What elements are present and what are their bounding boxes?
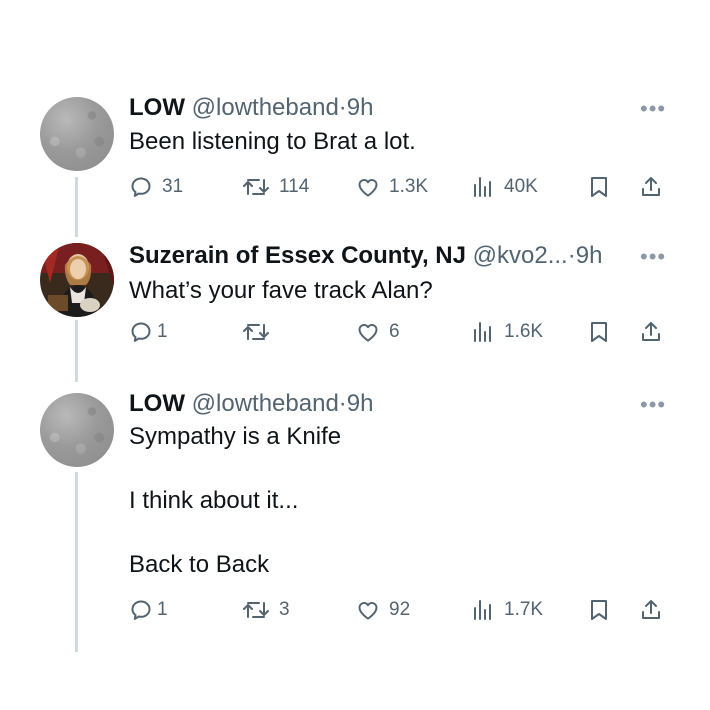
display-name[interactable]: LOW [129, 390, 185, 417]
heart-icon [356, 175, 380, 199]
tweet-text: Been listening to Brat a lot. [129, 126, 416, 158]
timestamp[interactable]: 9h [347, 94, 374, 121]
bookmark-button[interactable] [587, 594, 611, 626]
bookmark-icon [587, 320, 611, 344]
avatar[interactable] [40, 393, 114, 467]
more-options-button[interactable]: ••• [640, 96, 666, 122]
reply-button[interactable]: 31 [129, 171, 183, 203]
heart-icon [356, 598, 380, 622]
share-button[interactable] [639, 171, 663, 203]
tweet-text-spacer [129, 517, 341, 549]
separator: · [338, 390, 347, 417]
separator: · [567, 242, 576, 269]
action-bar: 31 114 1.3K 40K [129, 171, 669, 203]
views-count: 1.7K [504, 599, 544, 620]
thread-line [75, 177, 78, 237]
share-icon [639, 598, 663, 622]
tweet-text-line: I think about it... [129, 487, 299, 514]
heart-icon [356, 320, 380, 344]
bookmark-button[interactable] [587, 316, 611, 348]
repost-icon [242, 598, 270, 622]
repost-button[interactable] [242, 316, 279, 348]
views-icon [471, 598, 495, 622]
tweet-text: What’s your fave track Alan? [129, 275, 433, 307]
views-count: 40K [504, 176, 538, 197]
avatar[interactable] [40, 97, 114, 171]
timestamp[interactable]: 9h [347, 390, 374, 417]
tweet-text-line: What’s your fave track Alan? [129, 277, 433, 304]
tweet-header: LOW @lowtheband·9h [129, 94, 374, 122]
reply-count: 31 [162, 176, 184, 197]
like-count: 6 [389, 321, 400, 342]
reply-count: 1 [157, 599, 168, 620]
views-button[interactable]: 40K [471, 171, 538, 203]
like-button[interactable]: 6 [356, 316, 400, 348]
user-handle[interactable]: @lowtheband [192, 94, 339, 121]
like-count: 92 [389, 599, 411, 620]
repost-button[interactable]: 114 [242, 171, 309, 203]
views-icon [471, 175, 495, 199]
tweet-header: Suzerain of Essex County, NJ @kvo2...·9h [129, 242, 602, 270]
tweet-text-line: Been listening to Brat a lot. [129, 128, 416, 155]
action-bar: 1 6 1.6K [129, 316, 669, 348]
share-icon [639, 320, 663, 344]
views-button[interactable]: 1.7K [471, 594, 543, 626]
display-name[interactable]: LOW [129, 94, 185, 121]
like-button[interactable]: 1.3K [356, 171, 428, 203]
like-button[interactable]: 92 [356, 594, 410, 626]
reply-button[interactable]: 1 [129, 316, 168, 348]
display-name[interactable]: Suzerain of Essex County, NJ [129, 242, 466, 269]
reply-icon [129, 175, 153, 199]
repost-count: 3 [279, 599, 290, 620]
share-icon [639, 175, 663, 199]
bookmark-button[interactable] [587, 171, 611, 203]
reply-count: 1 [157, 321, 168, 342]
repost-icon [242, 320, 270, 344]
thread-line [75, 472, 78, 652]
reply-icon [129, 598, 153, 622]
reply-button[interactable]: 1 [129, 594, 168, 626]
bookmark-icon [587, 175, 611, 199]
share-button[interactable] [639, 594, 663, 626]
tweet-text: Sympathy is a Knife I think about it... … [129, 421, 341, 581]
separator: · [338, 94, 347, 121]
tweet-text-line: Back to Back [129, 551, 270, 578]
views-count: 1.6K [504, 321, 544, 342]
repost-icon [242, 175, 270, 199]
views-icon [471, 320, 495, 344]
bookmark-icon [587, 598, 611, 622]
avatar-painting-image [40, 243, 114, 317]
reply-icon [129, 320, 153, 344]
tweet-text-spacer [129, 453, 341, 485]
views-button[interactable]: 1.6K [471, 316, 543, 348]
like-count: 1.3K [389, 176, 429, 197]
thread-line [75, 320, 78, 382]
tweet-text-line: Sympathy is a Knife [129, 423, 342, 450]
tweet-header: LOW @lowtheband·9h [129, 390, 374, 418]
action-bar: 1 3 92 1.7K [129, 594, 669, 626]
more-options-button[interactable]: ••• [640, 392, 666, 418]
repost-count: 114 [279, 176, 310, 197]
more-options-button[interactable]: ••• [640, 244, 666, 270]
user-handle[interactable]: @kvo2... [473, 242, 568, 269]
timestamp[interactable]: 9h [576, 242, 603, 269]
avatar[interactable] [40, 243, 114, 317]
repost-button[interactable]: 3 [242, 594, 290, 626]
user-handle[interactable]: @lowtheband [192, 390, 339, 417]
share-button[interactable] [639, 316, 663, 348]
